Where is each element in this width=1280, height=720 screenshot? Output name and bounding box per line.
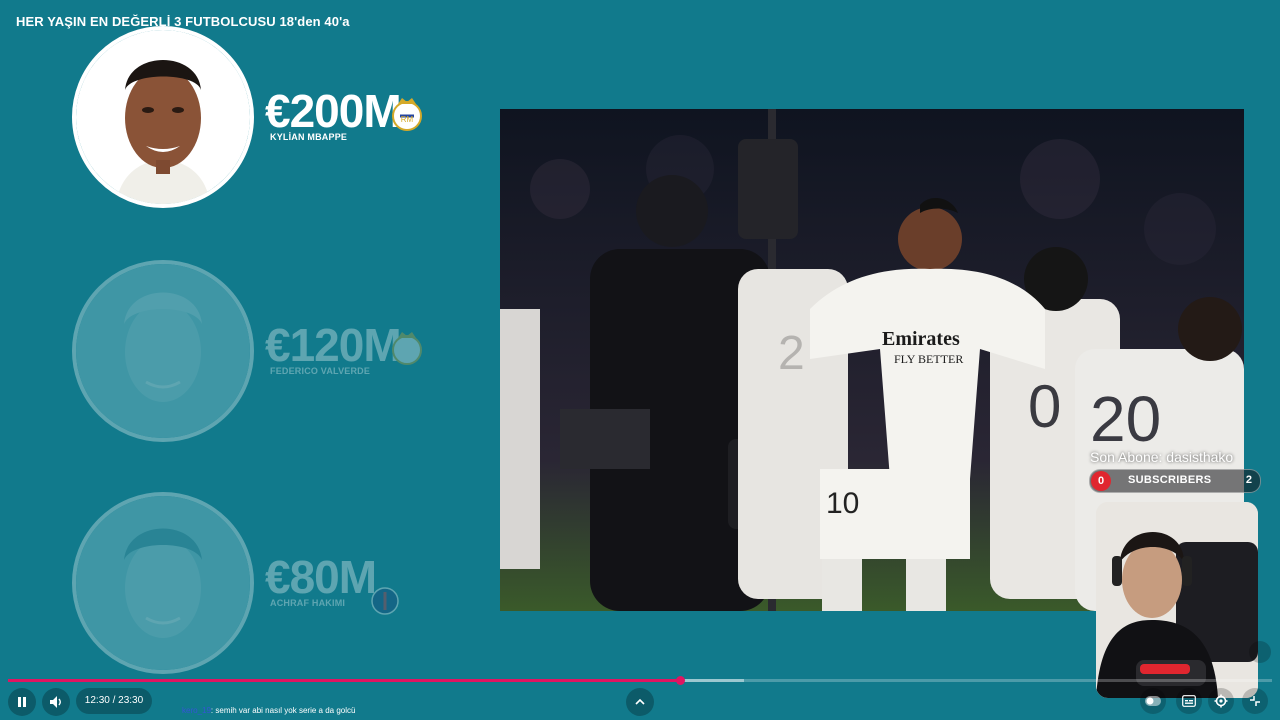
last-subscriber-label: Son Abone: dasisthako (1090, 449, 1234, 465)
jersey-sponsor: Emirates (882, 328, 960, 350)
jersey-sponsor-tagline: FLY BETTER (894, 352, 963, 366)
overlay-handle[interactable] (1249, 641, 1271, 663)
player-name: FEDERICO VALVERDE (270, 366, 371, 376)
subscriber-count-right: 2 (1245, 474, 1252, 486)
player-value: €120M (265, 319, 402, 371)
real-madrid-crest-icon (392, 332, 422, 365)
fullscreen-exit-button[interactable] (1242, 688, 1268, 714)
pause-icon (18, 697, 26, 707)
jersey-number: 0 (1028, 373, 1061, 440)
player-value: €80M (265, 551, 377, 603)
player-avatar (72, 26, 254, 208)
jersey-number: 2 (778, 327, 805, 380)
volume-icon (50, 696, 61, 708)
minimize-icon (1250, 696, 1260, 706)
player-name: KYLİAN MBAPPE (270, 132, 348, 142)
player-row-valverde: €120M FEDERICO VALVERDE (72, 260, 432, 442)
player-name: ACHRAF HAKIMI (270, 598, 346, 608)
real-madrid-crest-icon: RM (392, 98, 422, 131)
toggle-icon (1145, 696, 1161, 706)
svg-text:RM: RM (401, 115, 414, 124)
jersey-number: 10 (826, 487, 859, 520)
progress-scrubber[interactable] (676, 676, 685, 685)
subscriber-counter: 0 SUBSCRIBERS 2 (1089, 469, 1261, 493)
player-avatar (72, 260, 254, 442)
time-display: 12:30 / 23:30 (76, 688, 152, 714)
streamer-webcam (1096, 502, 1258, 698)
player-value: €200M (265, 85, 402, 137)
chat-message: kero_19: semih var abi nasıl yok serie a… (182, 706, 355, 715)
toggle-button[interactable] (1140, 688, 1166, 714)
psg-crest-icon (371, 587, 399, 615)
settings-button[interactable] (1208, 688, 1234, 714)
player-row-hakimi: €80M ACHRAF HAKIMI (72, 492, 432, 674)
progress-played (8, 679, 680, 682)
video-progress-bar[interactable] (8, 676, 1272, 685)
subscriber-count-left: 0 (1091, 471, 1111, 491)
pause-button[interactable] (8, 688, 36, 716)
player-avatar (72, 492, 254, 674)
captions-icon (1182, 695, 1196, 707)
chat-text: : semih var abi nasıl yok serie a da gol… (210, 706, 356, 715)
captions-button[interactable] (1176, 688, 1202, 714)
jersey-number: 20 (1090, 383, 1161, 455)
gear-icon (1214, 694, 1228, 708)
chat-username: kero_19 (182, 706, 211, 715)
player-row-mbappe: €200M KYLİAN MBAPPE RM (72, 26, 432, 208)
subscribers-label: SUBSCRIBERS (1128, 474, 1212, 486)
volume-button[interactable] (42, 688, 70, 716)
expand-chat-button[interactable] (626, 688, 654, 716)
chevron-up-icon (635, 698, 645, 705)
